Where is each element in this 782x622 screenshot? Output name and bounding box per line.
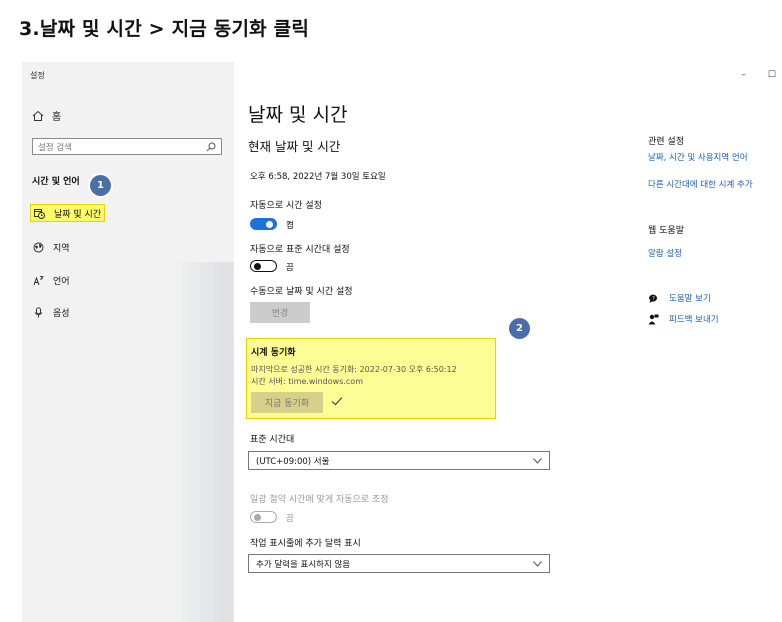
home-nav[interactable]: 홈 <box>32 108 61 123</box>
main-content: – ☐ 날짜 및 시간 현재 날짜 및 시간 오후 6:58, 2022년 7월… <box>234 62 782 622</box>
auto-timezone-label: 자동으로 표준 시간대 설정 <box>250 245 350 255</box>
toggle-knob <box>254 262 261 270</box>
home-icon <box>32 110 44 122</box>
sync-now-button[interactable]: 지금 동기화 <box>251 392 323 413</box>
dst-toggle[interactable] <box>250 511 277 523</box>
web-help-heading: 웹 도움말 <box>648 226 684 236</box>
get-help-link[interactable]: ? 도움말 보기 <box>648 292 711 304</box>
related-link-add-clocks[interactable]: 다른 시간대에 대한 시계 추가 <box>648 178 753 190</box>
timezone-value: (UTC+09:00) 서울 <box>256 456 330 467</box>
window-title: 설정 <box>30 71 45 80</box>
timezone-label: 표준 시간대 <box>250 435 295 445</box>
auto-time-toggle[interactable] <box>250 218 277 230</box>
instruction-heading: 3.날짜 및 시간 > 지금 동기화 클릭 <box>19 18 310 40</box>
feedback-link[interactable]: 피드백 보내기 <box>648 313 719 325</box>
timezone-select[interactable]: (UTC+09:00) 서울 <box>248 451 550 470</box>
search-icon[interactable] <box>206 142 216 152</box>
settings-window: 설정 홈 설정 검색 시간 및 언어 1 날짜 및 시간 지역 언어 음성 – … <box>22 62 782 622</box>
sidebar-item-speech[interactable]: 음성 <box>30 303 73 321</box>
extra-calendar-value: 추가 달력을 표시하지 않음 <box>256 559 351 570</box>
window-controls: – ☐ <box>741 70 782 80</box>
related-settings-heading: 관련 설정 <box>648 137 684 147</box>
extra-calendar-select[interactable]: 추가 달력을 표시하지 않음 <box>248 554 550 573</box>
section-label: 시간 및 언어 <box>32 177 80 187</box>
maximize-button[interactable]: ☐ <box>768 70 776 80</box>
sync-clock-section: 시계 동기화 마지막으로 성공한 시간 동기화: 2022-07-30 오후 6… <box>246 338 496 419</box>
sidebar-item-label: 날짜 및 시간 <box>54 209 102 220</box>
feedback-icon <box>648 314 659 325</box>
checkmark-icon <box>331 396 343 406</box>
page-title: 날짜 및 시간 <box>248 104 348 126</box>
change-button[interactable]: 변경 <box>250 302 310 323</box>
microphone-icon <box>33 306 44 318</box>
chevron-down-icon <box>533 457 542 464</box>
globe-icon <box>33 242 44 253</box>
dst-label: 일광 절약 시간에 맞게 자동으로 조정 <box>250 495 389 505</box>
chevron-down-icon <box>533 560 542 567</box>
time-server-text: 시간 서버: time.windows.com <box>251 377 363 386</box>
related-link-region-language[interactable]: 날짜, 시간 및 사용지역 언어 <box>648 151 748 163</box>
auto-timezone-state: 끔 <box>286 263 294 273</box>
auto-time-label: 자동으로 시간 설정 <box>250 201 322 211</box>
manual-time-label: 수동으로 날짜 및 시간 설정 <box>250 287 353 297</box>
sidebar-item-label: 언어 <box>53 276 70 287</box>
sidebar-item-label: 지역 <box>53 243 70 254</box>
minimize-button[interactable]: – <box>741 70 746 80</box>
step-badge-2: 2 <box>509 318 530 339</box>
current-datetime: 오후 6:58, 2022년 7월 30일 토요일 <box>250 172 386 182</box>
get-help-label: 도움말 보기 <box>669 294 711 304</box>
dst-state: 끔 <box>286 514 294 524</box>
last-sync-text: 마지막으로 성공한 시간 동기화: 2022-07-30 오후 6:50:12 <box>251 365 457 374</box>
help-icon: ? <box>648 293 659 304</box>
search-placeholder: 설정 검색 <box>38 142 72 153</box>
sidebar-item-region[interactable]: 지역 <box>30 238 73 256</box>
calendar-clock-icon <box>34 208 45 219</box>
settings-search-input[interactable]: 설정 검색 <box>32 138 222 155</box>
step-badge-1: 1 <box>90 175 111 196</box>
sidebar-item-date-time[interactable]: 날짜 및 시간 <box>30 204 106 222</box>
language-icon <box>33 275 44 286</box>
sidebar-item-label: 음성 <box>53 308 70 319</box>
section-title: 현재 날짜 및 시간 <box>248 139 341 154</box>
alarm-settings-link[interactable]: 알람 설정 <box>648 247 682 259</box>
home-label: 홈 <box>52 112 62 123</box>
extra-calendar-label: 작업 표시줄에 추가 달력 표시 <box>250 539 361 549</box>
sync-title: 시계 동기화 <box>251 348 296 358</box>
feedback-label: 피드백 보내기 <box>669 315 719 325</box>
svg-text:?: ? <box>652 295 655 301</box>
sidebar-item-language[interactable]: 언어 <box>30 271 73 289</box>
toggle-knob <box>266 221 273 228</box>
auto-time-state: 켬 <box>286 221 294 231</box>
toggle-knob <box>254 513 261 521</box>
auto-timezone-toggle[interactable] <box>250 260 277 272</box>
